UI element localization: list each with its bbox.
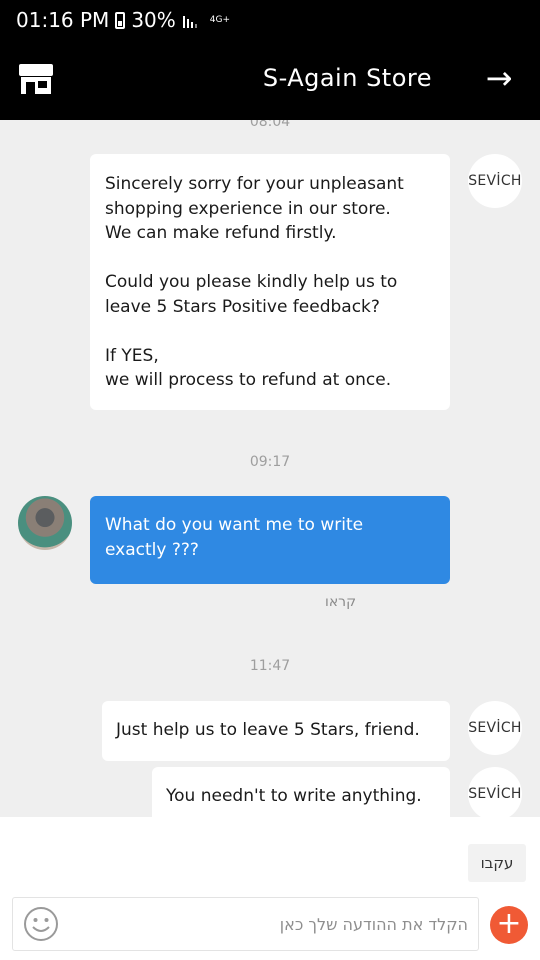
chat-area[interactable]: 08:04 Sincerely sorry for your unpleasan… bbox=[0, 120, 540, 817]
timestamp: 08:04 bbox=[249, 120, 291, 130]
signal-icon bbox=[182, 16, 197, 28]
message-bubble-seller[interactable]: Just help us to leave 5 Stars, friend. bbox=[102, 701, 450, 761]
timestamp: 09:17 bbox=[249, 454, 291, 470]
battery-percent: 30% bbox=[131, 8, 176, 32]
status-time: 01:16 PM bbox=[16, 8, 110, 32]
arrow-right-icon[interactable]: → bbox=[482, 58, 516, 98]
message-bubble-seller[interactable]: Sincerely sorry for your unpleasant shop… bbox=[90, 154, 450, 410]
seller-avatar[interactable]: SEVİCH bbox=[468, 767, 522, 817]
read-status: קראו bbox=[325, 594, 357, 610]
battery-icon bbox=[115, 11, 126, 29]
message-bubble-seller[interactable]: You needn't to write anything. bbox=[152, 767, 450, 817]
chat-header: S-Again Store → bbox=[0, 40, 540, 120]
timestamp: 11:47 bbox=[249, 658, 291, 674]
message-bubble-user[interactable]: What do you want me to write exactly ??? bbox=[90, 496, 450, 584]
status-bar: 01:16 PM 30% 4G+ bbox=[0, 0, 540, 40]
network-type: 4G+ bbox=[209, 14, 231, 25]
seller-avatar[interactable]: SEVİCH bbox=[468, 701, 522, 755]
composer-panel: עקבו + bbox=[0, 817, 540, 960]
user-avatar[interactable] bbox=[18, 496, 72, 550]
message-input-box[interactable] bbox=[12, 897, 479, 951]
message-input[interactable] bbox=[73, 904, 468, 944]
store-title: S-Again Store bbox=[262, 64, 432, 92]
plus-icon[interactable]: + bbox=[490, 906, 528, 944]
store-icon[interactable] bbox=[18, 62, 54, 94]
seller-avatar[interactable]: SEVİCH bbox=[468, 154, 522, 208]
emoji-icon[interactable] bbox=[23, 906, 59, 942]
follow-button[interactable]: עקבו bbox=[468, 844, 526, 882]
